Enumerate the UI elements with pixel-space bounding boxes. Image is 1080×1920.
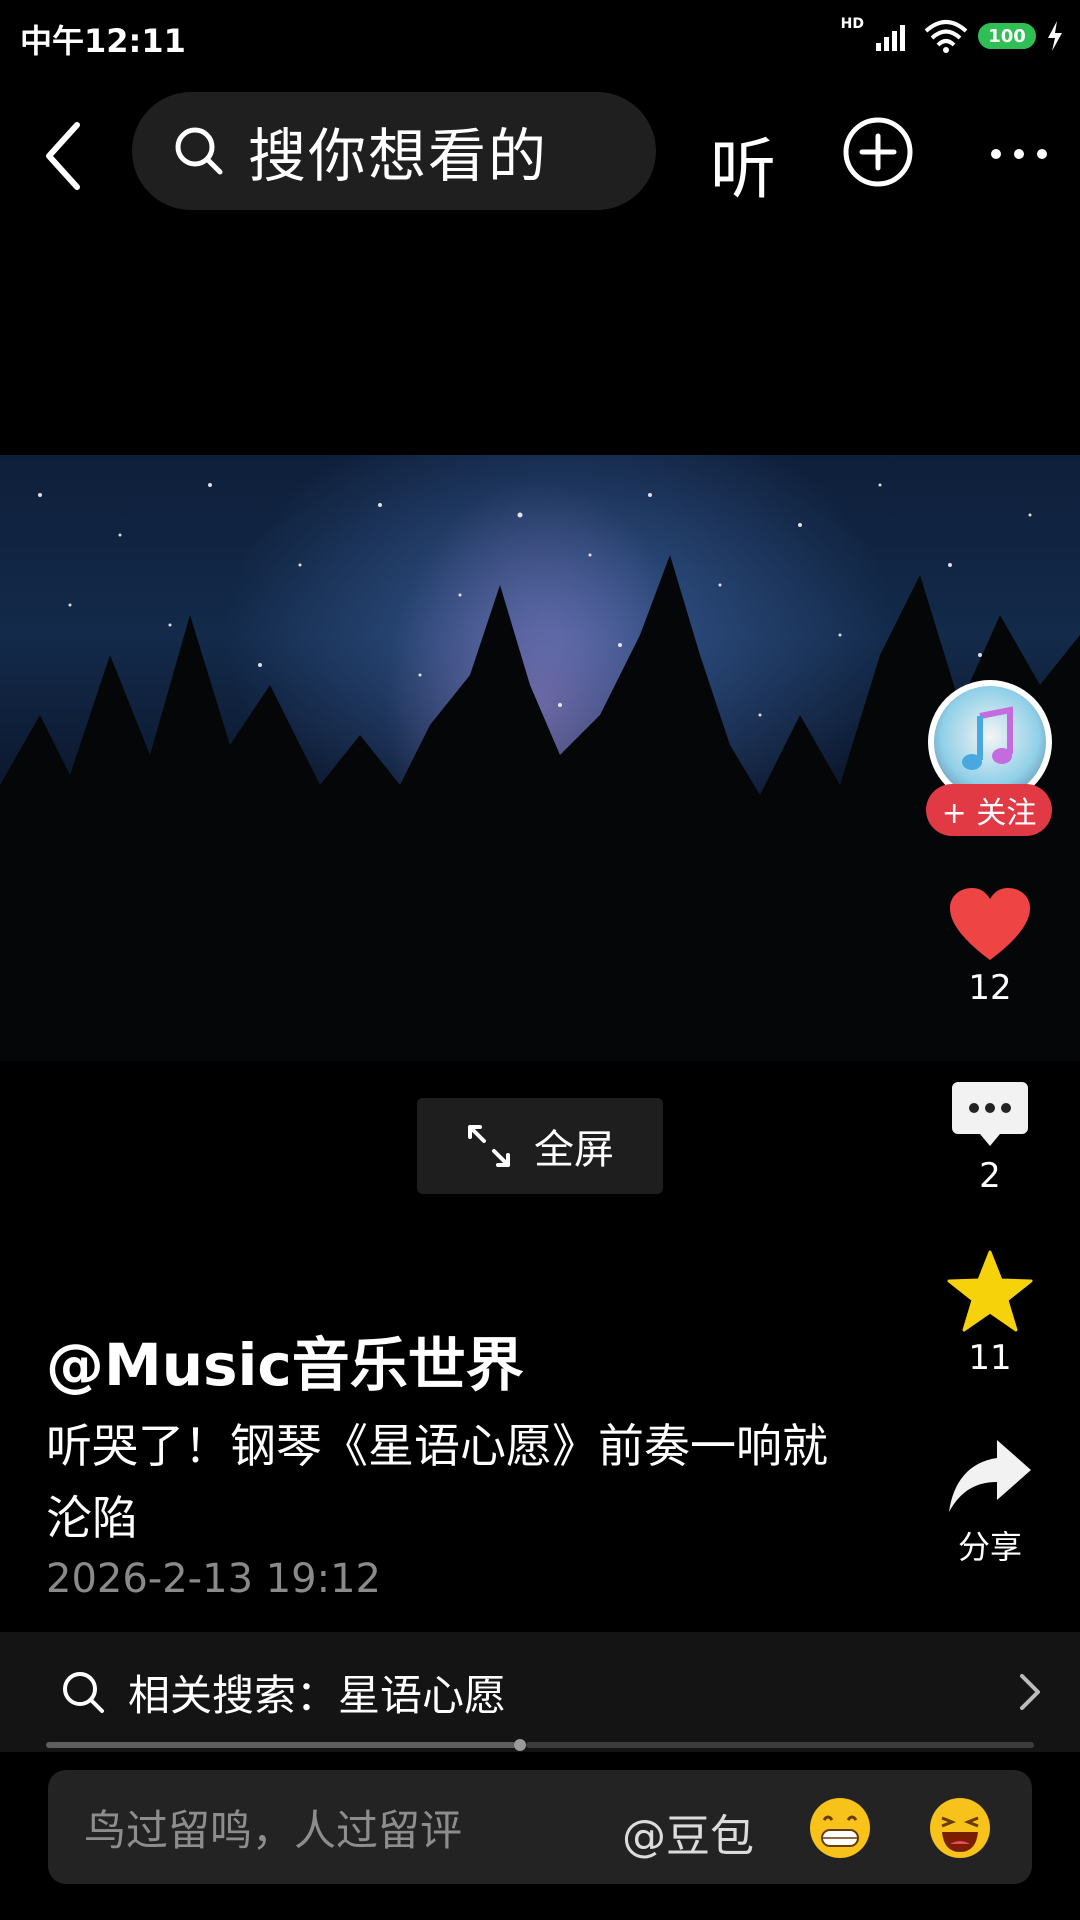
status-icons: HD 100: [841, 14, 1064, 58]
favorite-button[interactable]: 11: [930, 1250, 1050, 1378]
star-icon: [947, 1250, 1033, 1332]
chevron-left-icon: [46, 122, 80, 190]
top-bar: 搜你想看的 听: [0, 86, 1080, 216]
battery-level: 100: [988, 25, 1026, 47]
plus-circle-icon: [843, 117, 913, 187]
more-button[interactable]: [984, 136, 1054, 172]
video-date: 2026-2-13 19:12: [46, 1556, 381, 1602]
favorite-count: 11: [968, 1338, 1012, 1378]
fullscreen-label: 全屏: [534, 1127, 614, 1173]
progress-played[interactable]: [46, 1742, 516, 1748]
follow-button[interactable]: + 关注: [926, 784, 1052, 836]
status-time: 中午12:11: [20, 22, 186, 60]
share-arrow-icon: [949, 1440, 1031, 1512]
like-count: 12: [968, 968, 1012, 1008]
search-icon: [63, 1672, 104, 1713]
grinning-emoji-icon[interactable]: [808, 1796, 872, 1860]
wifi-icon: [924, 20, 968, 53]
comment-button[interactable]: 2: [930, 1080, 1050, 1196]
video-player[interactable]: [0, 455, 1080, 1061]
like-button[interactable]: 12: [930, 886, 1050, 1008]
listen-button[interactable]: 听: [710, 116, 776, 212]
status-bar: 中午12:11 HD 100: [0, 0, 1080, 72]
more-horizontal-icon: [991, 149, 1047, 159]
author-name[interactable]: @Music音乐世界: [46, 1318, 524, 1402]
chevron-right-icon: [1020, 1674, 1040, 1710]
comment-placeholder: 鸟过留鸣，人过留评: [84, 1805, 463, 1855]
search-input[interactable]: 搜你想看的: [132, 92, 656, 210]
heart-icon: [950, 888, 1030, 960]
share-button[interactable]: 分享: [930, 1436, 1050, 1568]
progress-remaining[interactable]: [526, 1742, 1034, 1748]
progress-handle[interactable]: [514, 1739, 526, 1751]
starry-forest-image: [0, 483, 1080, 1061]
related-search-bar[interactable]: 相关搜索：星语心愿: [0, 1632, 1080, 1752]
charging-icon: [1048, 21, 1062, 51]
search-icon: [175, 127, 223, 175]
add-button[interactable]: [842, 116, 914, 188]
laughing-emoji-icon[interactable]: [928, 1796, 992, 1860]
related-search-label: 相关搜索：星语心愿: [128, 1670, 507, 1720]
expand-icon: [468, 1125, 510, 1167]
video-title: 听哭了！钢琴《星语心愿》前奏一响就沦陷: [46, 1419, 828, 1545]
network-badge: HD: [840, 16, 864, 32]
back-button[interactable]: [28, 116, 98, 196]
comment-count: 2: [979, 1156, 1001, 1196]
battery-indicator: 100: [978, 23, 1036, 49]
comment-input[interactable]: 鸟过留鸣，人过留评 @豆包: [48, 1770, 1032, 1884]
comment-bubble-icon: [952, 1082, 1028, 1146]
signal-icon: [876, 25, 905, 51]
fullscreen-button[interactable]: 全屏: [417, 1098, 663, 1194]
mention-button[interactable]: @豆包: [622, 1800, 754, 1864]
share-label: 分享: [957, 1528, 1022, 1566]
search-placeholder: 搜你想看的: [248, 122, 549, 190]
